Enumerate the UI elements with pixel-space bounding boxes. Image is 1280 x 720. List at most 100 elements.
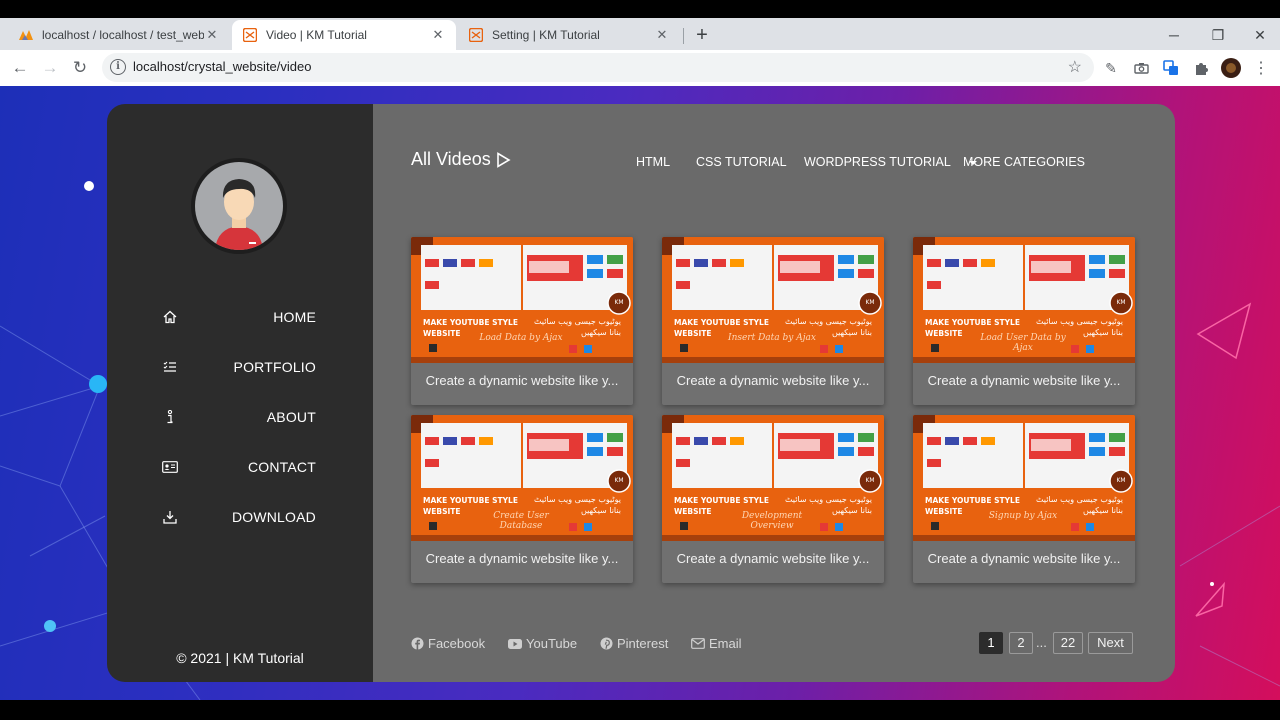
video-title[interactable]: Create a dynamic website like y... xyxy=(411,551,633,566)
video-letterbox-bottom xyxy=(0,700,1280,720)
video-card[interactable]: MAKE YOUTUBE STYLE WEBSITE یوٹیوب جیسی ویب… xyxy=(662,237,884,405)
page-1-button[interactable]: 1 xyxy=(979,632,1003,654)
thumbnail-headline-line-1: MAKE YOUTUBE STYLE xyxy=(674,496,769,505)
menu-dots-icon[interactable]: ⋮ xyxy=(1250,57,1272,79)
km-favicon-icon xyxy=(242,27,258,43)
play-outline-icon xyxy=(496,151,511,168)
category-css-tutorial-link[interactable]: CSS TUTORIAL xyxy=(696,155,787,169)
km-badge: KM xyxy=(865,299,875,306)
video-title[interactable]: Create a dynamic website like y... xyxy=(662,551,884,566)
close-icon[interactable]: ✕ xyxy=(204,27,220,43)
main-card: HOME PORTFOLIO ABOUT CONTACT DOWNLOAD © … xyxy=(107,104,1175,682)
thumbnail-urdu-line-1: یوٹیوب جیسی ویب سائیٹ xyxy=(1035,495,1123,504)
bookmark-star-icon[interactable]: ☆ xyxy=(1068,57,1082,77)
profile-avatar[interactable] xyxy=(1220,57,1242,79)
thumbnail-urdu-line-1: یوٹیوب جیسی ویب سائیٹ xyxy=(784,317,872,326)
thumbnail-headline-line-1: MAKE YOUTUBE STYLE xyxy=(925,496,1020,505)
content-area: All Videos HTML CSS TUTORIAL WORDPRESS T… xyxy=(373,104,1175,682)
thumbnail-headline-line-1: MAKE YOUTUBE STYLE xyxy=(674,318,769,327)
browser-chrome: localhost / localhost / test_web / ✕ Vid… xyxy=(0,18,1280,86)
video-thumbnail[interactable]: MAKE YOUTUBE STYLE WEBSITE یوٹیوب جیسی ویب… xyxy=(662,237,884,363)
video-thumbnail[interactable]: MAKE YOUTUBE STYLE WEBSITE یوٹیوب جیسی ویب… xyxy=(662,415,884,541)
tab-title: Setting | KM Tutorial xyxy=(492,28,600,42)
category-html-link[interactable]: HTML xyxy=(636,155,670,169)
youtube-icon xyxy=(508,638,522,649)
more-categories-label: MORE CATEGORIES xyxy=(963,155,1086,169)
thumbnail-headline-line-1: MAKE YOUTUBE STYLE xyxy=(423,318,518,327)
category-wordpress-tutorial-link[interactable]: WORDPRESS TUTORIAL xyxy=(804,155,951,169)
km-badge: KM xyxy=(1116,477,1126,484)
video-title[interactable]: Create a dynamic website like y... xyxy=(913,373,1135,388)
sidebar-item-home[interactable]: HOME xyxy=(107,292,373,342)
more-categories-dropdown[interactable]: MORE CATEGORIES xyxy=(963,155,1085,169)
download-icon xyxy=(162,509,178,525)
sidebar-item-label: HOME xyxy=(273,309,316,325)
home-icon xyxy=(162,309,178,325)
restore-icon[interactable]: ❐ xyxy=(1196,22,1240,48)
video-card[interactable]: MAKE YOUTUBE STYLE WEBSITE یوٹیوب جیسی ویب… xyxy=(411,415,633,583)
video-thumbnail[interactable]: MAKE YOUTUBE STYLE WEBSITE یوٹیوب جیسی ویب… xyxy=(913,415,1135,541)
back-arrow-icon[interactable]: ← xyxy=(8,56,32,80)
sidebar-menu: HOME PORTFOLIO ABOUT CONTACT DOWNLOAD xyxy=(107,292,373,542)
sidebar-item-about[interactable]: ABOUT xyxy=(107,392,373,442)
thumbnail-urdu-line-1: یوٹیوب جیسی ویب سائیٹ xyxy=(784,495,872,504)
tab-title: localhost / localhost / test_web / xyxy=(42,28,204,42)
phpmyadmin-icon xyxy=(18,27,34,43)
close-icon[interactable]: ✕ xyxy=(430,27,446,43)
edit-extension-icon[interactable]: ✎ xyxy=(1100,57,1122,79)
forward-arrow-icon[interactable]: → xyxy=(38,56,62,80)
minimize-icon[interactable]: ─ xyxy=(1152,22,1196,48)
plus-icon[interactable]: + xyxy=(690,24,714,48)
page-22-button[interactable]: 22 xyxy=(1053,632,1083,654)
tab-separator xyxy=(683,28,684,44)
thumbnail-urdu-line-1: یوٹیوب جیسی ویب سائیٹ xyxy=(533,495,621,504)
social-youtube-link[interactable]: YouTube xyxy=(508,636,577,651)
thumbnail-caption: Signup by Ajax xyxy=(988,511,1058,521)
facebook-icon xyxy=(411,637,424,650)
tab-title: Video | KM Tutorial xyxy=(266,28,367,42)
video-card[interactable]: MAKE YOUTUBE STYLE WEBSITE یوٹیوب جیسی ویب… xyxy=(913,237,1135,405)
km-badge: KM xyxy=(1116,299,1126,306)
sidebar-item-label: ABOUT xyxy=(266,409,316,425)
thumbnail-urdu-line-1: یوٹیوب جیسی ویب سائیٹ xyxy=(533,317,621,326)
list-icon xyxy=(162,359,178,375)
sidebar-item-contact[interactable]: CONTACT xyxy=(107,442,373,492)
avatar xyxy=(191,158,287,254)
copyright-text: © 2021 | KM Tutorial xyxy=(176,650,304,666)
video-thumbnail[interactable]: MAKE YOUTUBE STYLE WEBSITE یوٹیوب جیسی ویب… xyxy=(913,237,1135,363)
social-facebook-link[interactable]: Facebook xyxy=(411,636,485,651)
close-window-icon[interactable]: ✕ xyxy=(1238,22,1280,48)
video-card[interactable]: MAKE YOUTUBE STYLE WEBSITE یوٹیوب جیسی ویب… xyxy=(913,415,1135,583)
video-title[interactable]: Create a dynamic website like y... xyxy=(662,373,884,388)
video-title[interactable]: Create a dynamic website like y... xyxy=(411,373,633,388)
site-info-icon[interactable]: i xyxy=(110,59,126,75)
tab-strip: localhost / localhost / test_web / ✕ Vid… xyxy=(0,18,1280,50)
tab-setting[interactable]: Setting | KM Tutorial ✕ xyxy=(458,20,680,50)
pinterest-icon xyxy=(600,637,613,650)
video-title[interactable]: Create a dynamic website like y... xyxy=(913,551,1135,566)
info-icon xyxy=(162,409,178,425)
video-thumbnail[interactable]: MAKE YOUTUBE STYLE WEBSITE یوٹیوب جیسی ویب… xyxy=(411,415,633,541)
tab-video[interactable]: Video | KM Tutorial ✕ xyxy=(232,20,456,50)
next-page-button[interactable]: Next xyxy=(1088,632,1133,654)
camera-extension-icon[interactable] xyxy=(1130,57,1152,79)
puzzle-extensions-icon[interactable] xyxy=(1190,57,1212,79)
social-pinterest-link[interactable]: Pinterest xyxy=(600,636,668,651)
sidebar-item-portfolio[interactable]: PORTFOLIO xyxy=(107,342,373,392)
reload-icon[interactable]: ↻ xyxy=(68,56,92,80)
video-letterbox-top xyxy=(0,0,1280,18)
address-bar[interactable]: i localhost/crystal_website/video ☆ xyxy=(102,53,1094,82)
tab-phpmyadmin[interactable]: localhost / localhost / test_web / ✕ xyxy=(8,20,230,50)
video-card[interactable]: MAKE YOUTUBE STYLE WEBSITE یوٹیوب جیسی ویب… xyxy=(662,415,884,583)
social-email-link[interactable]: Email xyxy=(691,636,742,651)
sidebar-item-download[interactable]: DOWNLOAD xyxy=(107,492,373,542)
close-icon[interactable]: ✕ xyxy=(654,27,670,43)
contact-card-icon xyxy=(162,459,178,475)
video-card[interactable]: MAKE YOUTUBE STYLE WEBSITE یوٹیوب جیسی ویب… xyxy=(411,237,633,405)
page-viewport: HOME PORTFOLIO ABOUT CONTACT DOWNLOAD © … xyxy=(0,86,1280,700)
video-thumbnail[interactable]: MAKE YOUTUBE STYLE WEBSITE یوٹیوب جیسی ویب… xyxy=(411,237,633,363)
sidebar: HOME PORTFOLIO ABOUT CONTACT DOWNLOAD © … xyxy=(107,104,373,682)
translate-extension-icon[interactable] xyxy=(1160,57,1182,79)
page-2-button[interactable]: 2 xyxy=(1009,632,1033,654)
km-badge: KM xyxy=(614,477,624,484)
